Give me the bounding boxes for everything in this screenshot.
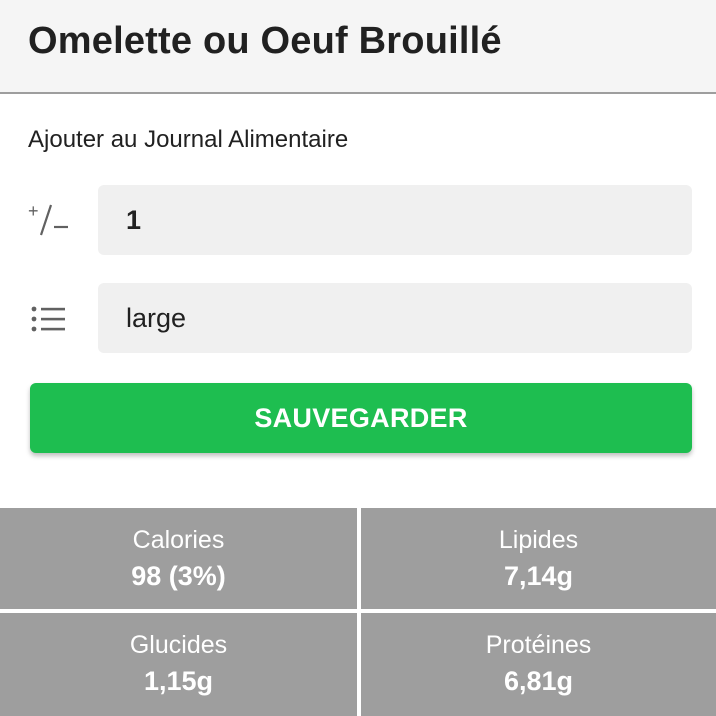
- unit-select[interactable]: large: [98, 283, 692, 353]
- svg-text:+: +: [28, 201, 39, 221]
- section-label: Ajouter au Journal Alimentaire: [28, 126, 349, 153]
- nutrition-cell-lipides: Lipides 7,14g: [361, 508, 716, 609]
- nutrition-grid: Calories 98 (3%) Lipides 7,14g Glucides …: [0, 508, 716, 716]
- app-header: Omelette ou Oeuf Brouillé: [0, 0, 716, 94]
- calories-value: 98 (3%): [131, 561, 226, 591]
- plus-minus-icon: +: [26, 199, 72, 239]
- glucides-value: 1,15g: [143, 666, 214, 696]
- nutrition-cell-glucides: Glucides 1,15g: [0, 613, 357, 716]
- lipides-label: Lipides: [498, 526, 579, 554]
- nutrition-cell-calories: Calories 98 (3%): [0, 508, 357, 609]
- lipides-value: 7,14g: [503, 561, 574, 591]
- quantity-field[interactable]: 1: [98, 185, 692, 255]
- proteines-label: Protéines: [485, 631, 592, 659]
- proteines-value: 6,81g: [503, 666, 574, 696]
- nutrition-cell-proteines: Protéines 6,81g: [361, 613, 716, 716]
- calories-label: Calories: [132, 526, 225, 554]
- list-icon: [26, 299, 72, 339]
- glucides-label: Glucides: [129, 631, 228, 659]
- page-title: Omelette ou Oeuf Brouillé: [28, 20, 502, 62]
- save-button[interactable]: SAUVEGARDER: [30, 383, 692, 453]
